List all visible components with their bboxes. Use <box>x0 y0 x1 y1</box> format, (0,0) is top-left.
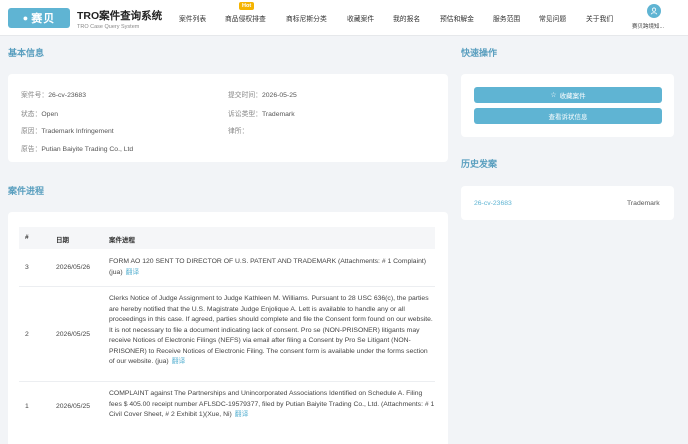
progress-title: 案件进程 <box>8 186 45 196</box>
translate-link[interactable]: 翻译 <box>235 411 249 418</box>
basic-info-card: 案件号：26-cv-23683 提交时间：2026-05-25 状态：Open … <box>8 74 448 162</box>
col-progress: 案件进程 <box>109 237 135 244</box>
user-avatar[interactable] <box>647 4 661 18</box>
nav-nice-class[interactable]: 商标尼斯分类 <box>286 13 327 23</box>
progress-table-header: # 日期 案件进程 <box>19 227 435 249</box>
quick-actions-card <box>461 74 674 137</box>
case-number-label: 案件号： <box>21 92 49 99</box>
translate-link[interactable]: 翻译 <box>126 269 140 276</box>
plaintiff-value: Putian Baiyite Trading Co., Ltd <box>41 146 134 153</box>
nav-about[interactable]: 关于我们 <box>586 13 613 23</box>
nav-faq[interactable]: 常见问题 <box>539 13 566 23</box>
row-number: 1 <box>25 403 29 410</box>
user-name[interactable]: 赛贝跨境知... <box>632 22 664 30</box>
table-row: 3 2026/05/26 FORM AO 120 SENT TO DIRECTO… <box>19 249 435 287</box>
nav-my-registrations[interactable]: 我的报名 <box>393 13 420 23</box>
cause-value: Trademark Infringement <box>41 128 114 135</box>
case-number-value: 26-cv-23683 <box>48 92 86 99</box>
table-row: 1 2026/05/25 COMPLAINT against The Partn… <box>19 382 435 432</box>
row-number: 3 <box>25 264 29 271</box>
case-number-row: 案件号：26-cv-23683 <box>21 89 86 99</box>
basic-info-title: 基本信息 <box>8 48 45 58</box>
history-title: 历史发案 <box>461 159 498 169</box>
history-case-link[interactable]: 26-cv-23683 <box>474 200 512 207</box>
user-icon <box>650 7 658 15</box>
row-text-content: Clerks Notice of Judge Assignment to Jud… <box>109 295 433 365</box>
col-date: 日期 <box>56 237 69 244</box>
row-date: 2026/05/25 <box>56 403 91 410</box>
translate-link[interactable]: 翻译 <box>172 358 186 365</box>
brand: TRO案件查询系统 TRO Case Query System <box>77 8 162 30</box>
brand-title: TRO案件查询系统 <box>77 10 163 22</box>
lawfirm-label: 律所： <box>228 128 249 135</box>
favorite-case-button[interactable]: ☆ 收藏案件 <box>474 87 662 103</box>
row-text-content: FORM AO 120 SENT TO DIRECTOR OF U.S. PAT… <box>109 258 427 276</box>
row-text-content: COMPLAINT against The Partnerships and U… <box>109 390 435 418</box>
history-card: 26-cv-23683 Trademark <box>461 186 674 220</box>
quick-actions-title: 快速操作 <box>461 48 498 58</box>
row-date: 2026/05/26 <box>56 264 91 271</box>
nav-case-list[interactable]: 案件列表 <box>179 13 206 23</box>
favorite-case-label: 收藏案件 <box>559 93 586 100</box>
row-text: Clerks Notice of Judge Assignment to Jud… <box>109 294 435 368</box>
brand-subtitle: TRO Case Query System <box>77 24 140 30</box>
cause-label: 原因： <box>21 128 42 135</box>
row-text: FORM AO 120 SENT TO DIRECTOR OF U.S. PAT… <box>109 257 435 278</box>
plaintiff-row: 原告：Putian Baiyite Trading Co., Ltd <box>21 143 133 153</box>
nav-settlement-estimate[interactable]: 预估和解金 <box>440 13 474 23</box>
lawfirm-row: 律所： <box>228 125 248 135</box>
nav-favorites[interactable]: 收藏案件 <box>347 13 374 23</box>
case-type-row: 诉讼类型：Trademark <box>228 108 295 118</box>
history-case-type: Trademark <box>627 200 660 207</box>
case-type-label: 诉讼类型： <box>228 111 262 118</box>
nav-service-scope[interactable]: 服务范围 <box>493 13 520 23</box>
filed-date-label: 提交时间： <box>228 92 262 99</box>
table-row: 2 2026/05/25 Clerks Notice of Judge Assi… <box>19 287 435 382</box>
filed-date-row: 提交时间：2026-05-25 <box>228 89 297 99</box>
status-value: Open <box>41 111 59 118</box>
view-complaint-label: 查看诉状信息 <box>548 114 588 121</box>
row-date: 2026/05/25 <box>56 331 91 338</box>
status-row: 状态：Open <box>21 108 58 118</box>
paw-icon: ● <box>22 13 30 23</box>
filed-date-value: 2026-05-25 <box>261 92 297 99</box>
logo-text: 赛贝 <box>31 13 56 25</box>
top-header: ● 赛贝 TRO案件查询系统 TRO Case Query System 案件列… <box>0 0 688 36</box>
hot-badge: Hot <box>239 2 255 10</box>
case-type-value: Trademark <box>261 111 295 118</box>
logo[interactable]: ● 赛贝 <box>8 8 70 28</box>
view-complaint-button[interactable]: 查看诉状信息 <box>474 108 662 124</box>
nav-product-check[interactable]: Hot 商品侵权排查 <box>225 2 266 23</box>
status-label: 状态： <box>21 111 42 118</box>
plaintiff-label: 原告： <box>21 146 42 153</box>
row-text: COMPLAINT against The Partnerships and U… <box>109 389 435 421</box>
cause-row: 原因：Trademark Infringement <box>21 125 114 135</box>
nav-product-check-label: 商品侵权排查 <box>225 16 266 23</box>
col-number: # <box>25 234 29 241</box>
star-icon: ☆ <box>550 92 557 99</box>
row-number: 2 <box>25 331 29 338</box>
